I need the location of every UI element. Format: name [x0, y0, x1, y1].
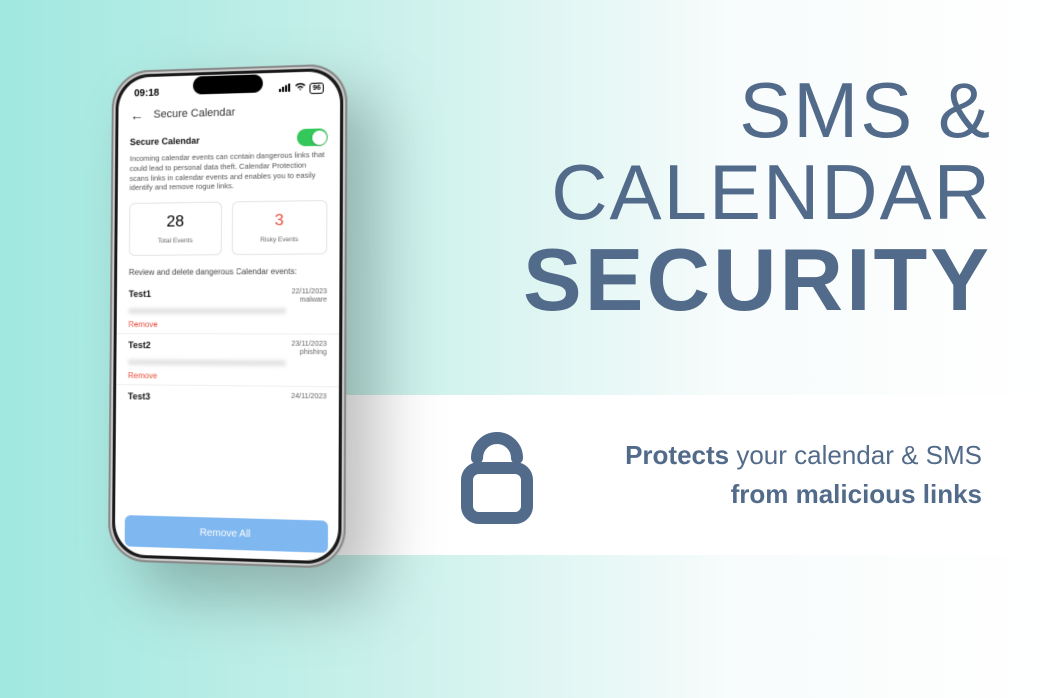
event-meta: 23/11/2023 phishing — [291, 340, 326, 357]
event-item: Test1 22/11/2023 malware Remove — [117, 282, 340, 334]
banner-text: Protects your calendar & SMS from malici… — [582, 436, 982, 514]
event-name: Test2 — [128, 340, 150, 350]
status-right: 96 — [279, 81, 324, 95]
dynamic-island — [193, 74, 263, 94]
event-type: malware — [292, 297, 327, 306]
lock-icon — [452, 418, 542, 533]
event-url-redacted — [128, 359, 286, 366]
app-title: Secure Calendar — [153, 106, 235, 120]
back-arrow-icon[interactable]: ← — [130, 107, 144, 123]
secure-calendar-toggle[interactable] — [297, 128, 328, 146]
event-date: 24/11/2023 — [291, 393, 326, 402]
event-date: 22/11/2023 — [292, 288, 327, 297]
wifi-icon — [294, 82, 306, 95]
review-instruction: Review and delete dangerous Calendar eve… — [117, 262, 339, 283]
event-remove-link[interactable]: Remove — [128, 371, 327, 382]
headline-line1: SMS & — [523, 70, 992, 152]
risky-events-value: 3 — [237, 211, 322, 230]
event-item: Test2 23/11/2023 phishing Remove — [116, 334, 339, 387]
phone-mockup: 09:18 96 ← Secure Calendar Secure Calend… — [108, 63, 348, 569]
event-type: phishing — [291, 349, 326, 358]
banner-rest1: your calendar & SMS — [729, 440, 982, 470]
risky-events-label: Risky Events — [237, 236, 322, 244]
event-remove-link[interactable]: Remove — [128, 320, 326, 329]
section-label: Secure Calendar — [130, 135, 200, 147]
total-events-card: 28 Total Events — [129, 202, 222, 256]
event-item: Test3 24/11/2023 — [116, 385, 339, 404]
battery-icon: 96 — [310, 82, 324, 94]
remove-all-button[interactable]: Remove All — [125, 515, 328, 553]
total-events-value: 28 — [134, 213, 217, 232]
status-time: 09:18 — [134, 87, 159, 99]
stats-row: 28 Total Events 3 Risky Events — [117, 196, 340, 264]
event-meta: 22/11/2023 malware — [292, 288, 327, 305]
phone-screen: 09:18 96 ← Secure Calendar Secure Calend… — [115, 71, 340, 562]
event-date: 23/11/2023 — [291, 340, 326, 349]
banner-bold1: Protects — [625, 440, 729, 470]
total-events-label: Total Events — [134, 237, 217, 245]
event-list[interactable]: Test1 22/11/2023 malware Remove Test2 23… — [115, 282, 339, 515]
phone-frame: 09:18 96 ← Secure Calendar Secure Calend… — [108, 63, 348, 569]
event-meta: 24/11/2023 — [291, 393, 326, 402]
headline-line3: SECURITY — [523, 234, 992, 326]
feature-banner: Protects your calendar & SMS from malici… — [332, 395, 1052, 555]
event-name: Test1 — [129, 289, 151, 299]
event-name: Test3 — [128, 391, 150, 401]
risky-events-card: 3 Risky Events — [232, 200, 328, 255]
headline: SMS & CALENDAR SECURITY — [523, 70, 992, 326]
event-url-redacted — [128, 308, 286, 314]
signal-icon — [279, 83, 291, 95]
headline-line2: CALENDAR — [523, 152, 992, 234]
banner-bold2: from malicious links — [731, 479, 982, 509]
description-text: Incoming calendar events can contain dan… — [118, 147, 340, 199]
